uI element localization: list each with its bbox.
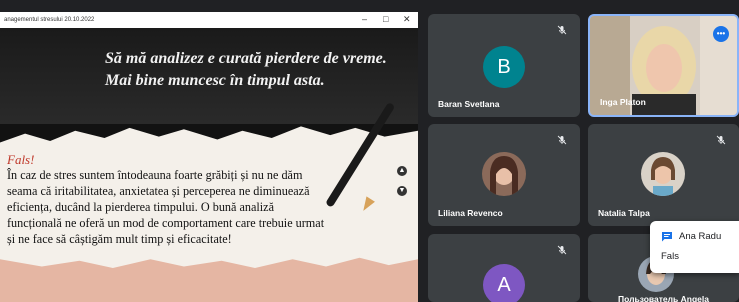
slide-body-line: În caz de stres suntem întodeauna foarte… bbox=[7, 168, 303, 182]
mic-off-icon bbox=[557, 135, 567, 145]
participant-name: Liliana Revenco bbox=[438, 208, 503, 218]
mic-off-icon bbox=[557, 245, 567, 255]
presentation-slide: Să mă analizez e curată pierdere de vrem… bbox=[0, 28, 418, 302]
participant-tile[interactable]: Liliana Revenco bbox=[428, 124, 580, 226]
close-button[interactable]: ✕ bbox=[403, 14, 411, 25]
chat-notification[interactable]: Ana Radu Fals bbox=[650, 221, 739, 273]
slide-body-line: eficiența, ducând la pierderea timpului.… bbox=[7, 200, 274, 214]
chat-icon bbox=[662, 232, 672, 242]
participant-avatar: B bbox=[483, 46, 525, 88]
window-titlebar: anagementul stresului 20.10.2022 – □ ✕ bbox=[0, 12, 418, 28]
slide-answer-title: Fals! bbox=[7, 152, 35, 167]
participant-name: Пользователь Angela bbox=[618, 294, 709, 302]
window-title: anagementul stresului 20.10.2022 bbox=[4, 17, 95, 23]
participant-tile[interactable]: A bbox=[428, 234, 580, 302]
participant-tile[interactable]: B Baran Svetlana bbox=[428, 14, 580, 117]
minimize-button[interactable]: – bbox=[362, 14, 367, 24]
slide-body-line: și ne face să câștigăm mult timp și efic… bbox=[7, 232, 232, 246]
participant-tile-active-speaker[interactable]: ••• Inga Platon bbox=[588, 14, 739, 117]
slide-body-text: În caz de stres suntem întodeauna foarte… bbox=[7, 167, 373, 247]
speaking-indicator-icon: ••• bbox=[713, 26, 729, 42]
participant-name: Baran Svetlana bbox=[438, 99, 500, 109]
participant-avatar-photo bbox=[641, 152, 685, 196]
participant-tile[interactable]: Natalia Talpa bbox=[588, 124, 739, 226]
slide-nav-down-icon[interactable]: ▼ bbox=[397, 186, 407, 196]
participant-avatar-photo bbox=[482, 152, 526, 196]
slide-quote-line2: Mai bine muncesc în timpul asta. bbox=[105, 72, 325, 89]
mic-off-icon bbox=[716, 135, 726, 145]
participant-name: Natalia Talpa bbox=[598, 208, 650, 218]
maximize-button[interactable]: □ bbox=[383, 14, 388, 24]
participant-name: Inga Platon bbox=[600, 97, 646, 107]
shared-screen: anagementul stresului 20.10.2022 – □ ✕ S… bbox=[0, 12, 418, 302]
chat-message: Fals bbox=[661, 251, 679, 262]
slide-nav-up-icon[interactable]: ▲ bbox=[397, 166, 407, 176]
participant-avatar: A bbox=[483, 264, 525, 302]
slide-quote-line1: Să mă analizez e curată pierdere de vrem… bbox=[105, 50, 387, 67]
slide-body-line: funcțională ne oferă un mod de comportam… bbox=[7, 216, 325, 230]
chat-sender: Ana Radu bbox=[679, 231, 722, 242]
mic-off-icon bbox=[557, 25, 567, 35]
slide-body-line: seama că iritabilitatea, anxietatea și p… bbox=[7, 184, 310, 198]
